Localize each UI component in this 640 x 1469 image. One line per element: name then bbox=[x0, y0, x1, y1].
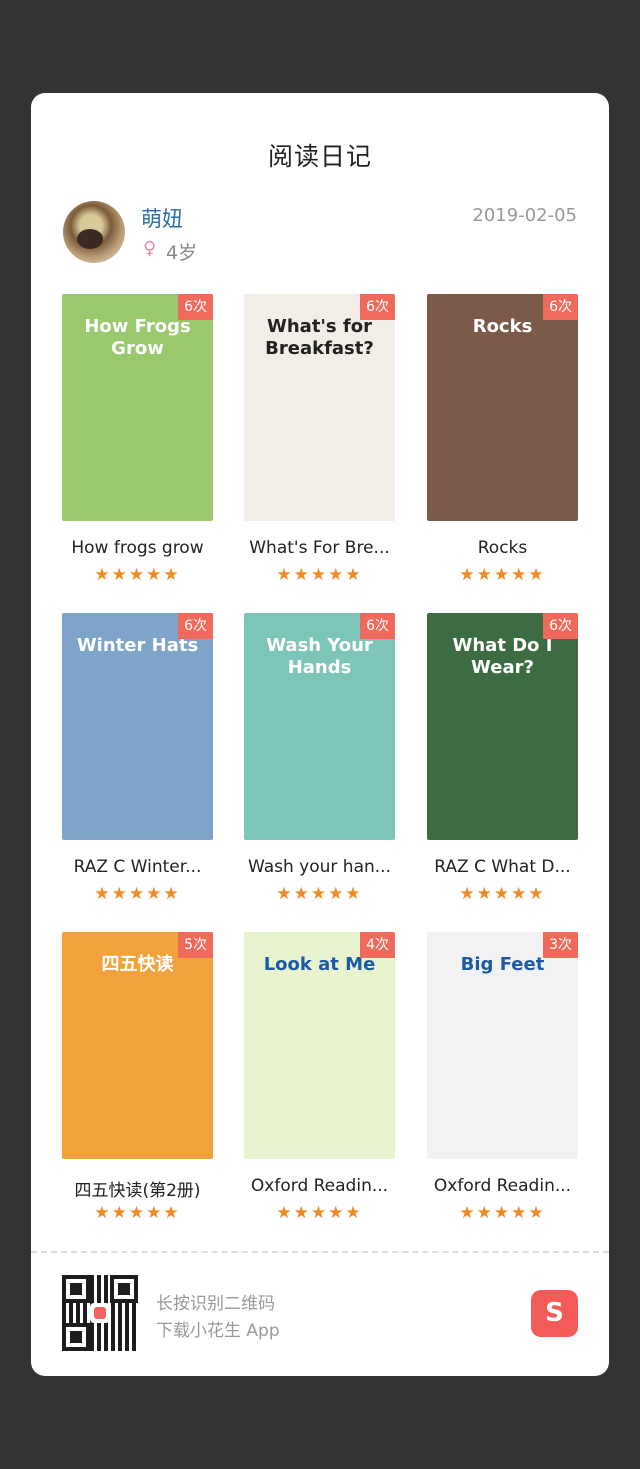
read-count-badge: 6次 bbox=[178, 294, 213, 320]
star-rating: ★★★★★ bbox=[94, 565, 181, 585]
read-count-badge: 6次 bbox=[360, 294, 395, 320]
page-title: 阅读日记 bbox=[267, 142, 372, 171]
star-rating: ★★★★★ bbox=[94, 884, 181, 904]
reading-diary-card: 阅读日记 萌妞 ♀ 4岁 2019-02-05 How Frogs Grow 6… bbox=[31, 93, 609, 1376]
book-card[interactable]: Rocks 6次 Rocks ★★★★★ bbox=[427, 294, 578, 585]
book-card[interactable]: Wash Your Hands 6次 Wash your han... ★★★★… bbox=[244, 613, 395, 904]
book-cover[interactable]: Rocks 6次 bbox=[427, 294, 578, 521]
qr-code-icon[interactable] bbox=[62, 1275, 138, 1351]
book-title: RAZ C What D... bbox=[434, 857, 571, 877]
book-title: Rocks bbox=[477, 538, 528, 558]
book-cover[interactable]: Big Feet 3次 bbox=[427, 932, 578, 1159]
diary-date: 2019-02-05 bbox=[472, 205, 577, 226]
read-count-badge: 6次 bbox=[360, 613, 395, 639]
book-title: RAZ C Winter... bbox=[73, 857, 202, 877]
book-card[interactable]: What's for Breakfast? 6次 What's For Bre.… bbox=[244, 294, 395, 585]
book-card[interactable]: Look at Me 4次 Oxford Readin... ★★★★★ bbox=[244, 932, 395, 1223]
star-rating: ★★★★★ bbox=[276, 1203, 363, 1223]
app-logo-icon[interactable]: S bbox=[531, 1290, 578, 1337]
avatar bbox=[63, 201, 125, 263]
read-count-badge: 4次 bbox=[360, 932, 395, 958]
read-count-badge: 6次 bbox=[543, 613, 578, 639]
book-title: Oxford Readin... bbox=[433, 1176, 572, 1196]
star-rating: ★★★★★ bbox=[459, 1203, 546, 1223]
cover-title: What's for Breakfast? bbox=[265, 316, 374, 359]
book-cover[interactable]: What Do I Wear? 6次 bbox=[427, 613, 578, 840]
book-card[interactable]: Big Feet 3次 Oxford Readin... ★★★★★ bbox=[427, 932, 578, 1223]
book-title: 四五快读(第2册) bbox=[74, 1181, 201, 1201]
female-icon: ♀ bbox=[143, 238, 157, 259]
book-cover[interactable]: 四五快读 5次 bbox=[62, 932, 213, 1159]
read-count-badge: 6次 bbox=[178, 613, 213, 639]
read-count-badge: 5次 bbox=[178, 932, 213, 958]
book-cover[interactable]: What's for Breakfast? 6次 bbox=[244, 294, 395, 521]
book-title: What's For Bre... bbox=[249, 538, 390, 558]
book-title: Wash your han... bbox=[248, 857, 391, 877]
user-name: 萌妞 bbox=[141, 207, 183, 231]
cover-title: Wash Your Hands bbox=[266, 635, 373, 678]
read-count-badge: 6次 bbox=[543, 294, 578, 320]
book-cover[interactable]: Winter Hats 6次 bbox=[62, 613, 213, 840]
star-rating: ★★★★★ bbox=[459, 884, 546, 904]
book-card[interactable]: How Frogs Grow 6次 How frogs grow ★★★★★ bbox=[62, 294, 213, 585]
book-card[interactable]: 四五快读 5次 四五快读(第2册) ★★★★★ bbox=[62, 932, 213, 1223]
qr-hint-line2: 下载小花生 App bbox=[156, 1321, 280, 1341]
cover-title: What Do I Wear? bbox=[452, 635, 553, 678]
cover-title: How Frogs Grow bbox=[84, 316, 191, 359]
book-card[interactable]: Winter Hats 6次 RAZ C Winter... ★★★★★ bbox=[62, 613, 213, 904]
dashed-divider bbox=[31, 1251, 609, 1253]
book-cover[interactable]: Look at Me 4次 bbox=[244, 932, 395, 1159]
star-rating: ★★★★★ bbox=[276, 565, 363, 585]
book-cover[interactable]: Wash Your Hands 6次 bbox=[244, 613, 395, 840]
qr-hint-line1: 长按识别二维码 bbox=[156, 1294, 275, 1314]
user-age: 4岁 bbox=[166, 242, 198, 264]
read-count-badge: 3次 bbox=[543, 932, 578, 958]
book-title: Oxford Readin... bbox=[250, 1176, 389, 1196]
star-rating: ★★★★★ bbox=[276, 884, 363, 904]
star-rating: ★★★★★ bbox=[459, 565, 546, 585]
book-cover[interactable]: How Frogs Grow 6次 bbox=[62, 294, 213, 521]
book-title: How frogs grow bbox=[71, 538, 204, 558]
book-card[interactable]: What Do I Wear? 6次 RAZ C What D... ★★★★★ bbox=[427, 613, 578, 904]
star-rating: ★★★★★ bbox=[94, 1203, 181, 1223]
